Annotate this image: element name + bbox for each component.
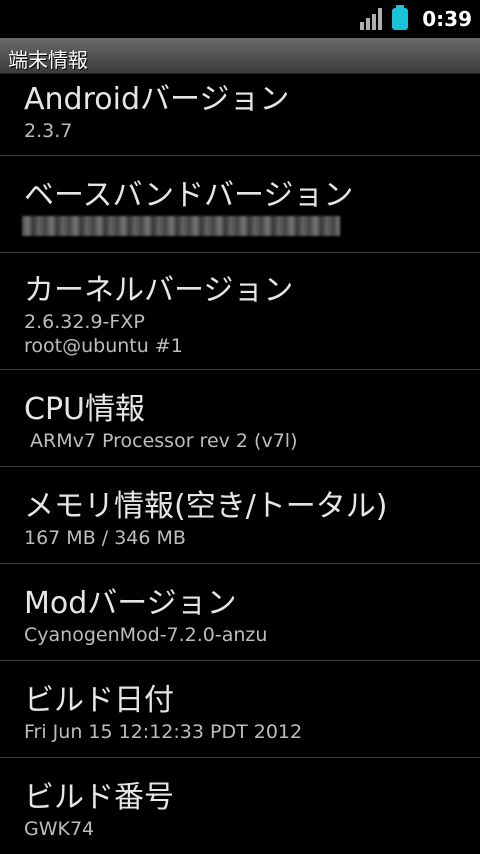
item-summary: Fri Jun 15 12:12:33 PDT 2012 xyxy=(24,721,303,743)
redacted-value xyxy=(22,216,340,236)
list-item-android-version[interactable]: Androidバージョン 2.3.7 xyxy=(0,60,480,156)
item-title: ビルド日付 xyxy=(24,683,174,718)
item-summary: 2.3.7 xyxy=(24,120,73,142)
item-summary: ARMv7 Processor rev 2 (v7l) xyxy=(24,430,298,452)
status-clock: 0:39 xyxy=(422,7,472,31)
list-item-memory-info[interactable]: メモリ情報(空き/トータル) 167 MB / 346 MB xyxy=(0,467,480,564)
signal-icon xyxy=(360,8,383,30)
item-title: CPU情報 xyxy=(24,392,145,427)
status-bar: 0:39 xyxy=(0,0,480,38)
settings-list: Androidバージョン 2.3.7 ベースバンドバージョン カーネルバージョン… xyxy=(0,60,480,854)
list-item-cpu-info[interactable]: CPU情報 ARMv7 Processor rev 2 (v7l) xyxy=(0,370,480,467)
battery-icon xyxy=(392,5,409,30)
item-title: メモリ情報(空き/トータル) xyxy=(24,489,388,524)
item-summary: CyanogenMod-7.2.0-anzu xyxy=(24,624,268,646)
item-summary: 167 MB / 346 MB xyxy=(24,527,186,549)
list-item-build-number[interactable]: ビルド番号 GWK74 xyxy=(0,758,480,854)
item-title: Modバージョン xyxy=(24,586,237,621)
list-item-build-date[interactable]: ビルド日付 Fri Jun 15 12:12:33 PDT 2012 xyxy=(0,661,480,758)
item-title: カーネルバージョン xyxy=(24,273,294,308)
list-item-mod-version[interactable]: Modバージョン CyanogenMod-7.2.0-anzu xyxy=(0,564,480,661)
status-icons: 0:39 xyxy=(360,0,472,38)
item-title: ビルド番号 xyxy=(24,780,174,815)
item-summary: 2.6.32.9-FXP root@ubuntu #1 xyxy=(24,311,183,357)
list-item-kernel-version[interactable]: カーネルバージョン 2.6.32.9-FXP root@ubuntu #1 xyxy=(0,253,480,370)
title-bar: 端末情報 xyxy=(0,38,480,74)
item-title: Androidバージョン xyxy=(24,82,290,117)
item-summary: GWK74 xyxy=(24,818,95,840)
page-title: 端末情報 xyxy=(8,48,88,72)
item-title: ベースバンドバージョン xyxy=(24,178,354,213)
list-item-baseband-version[interactable]: ベースバンドバージョン xyxy=(0,156,480,253)
